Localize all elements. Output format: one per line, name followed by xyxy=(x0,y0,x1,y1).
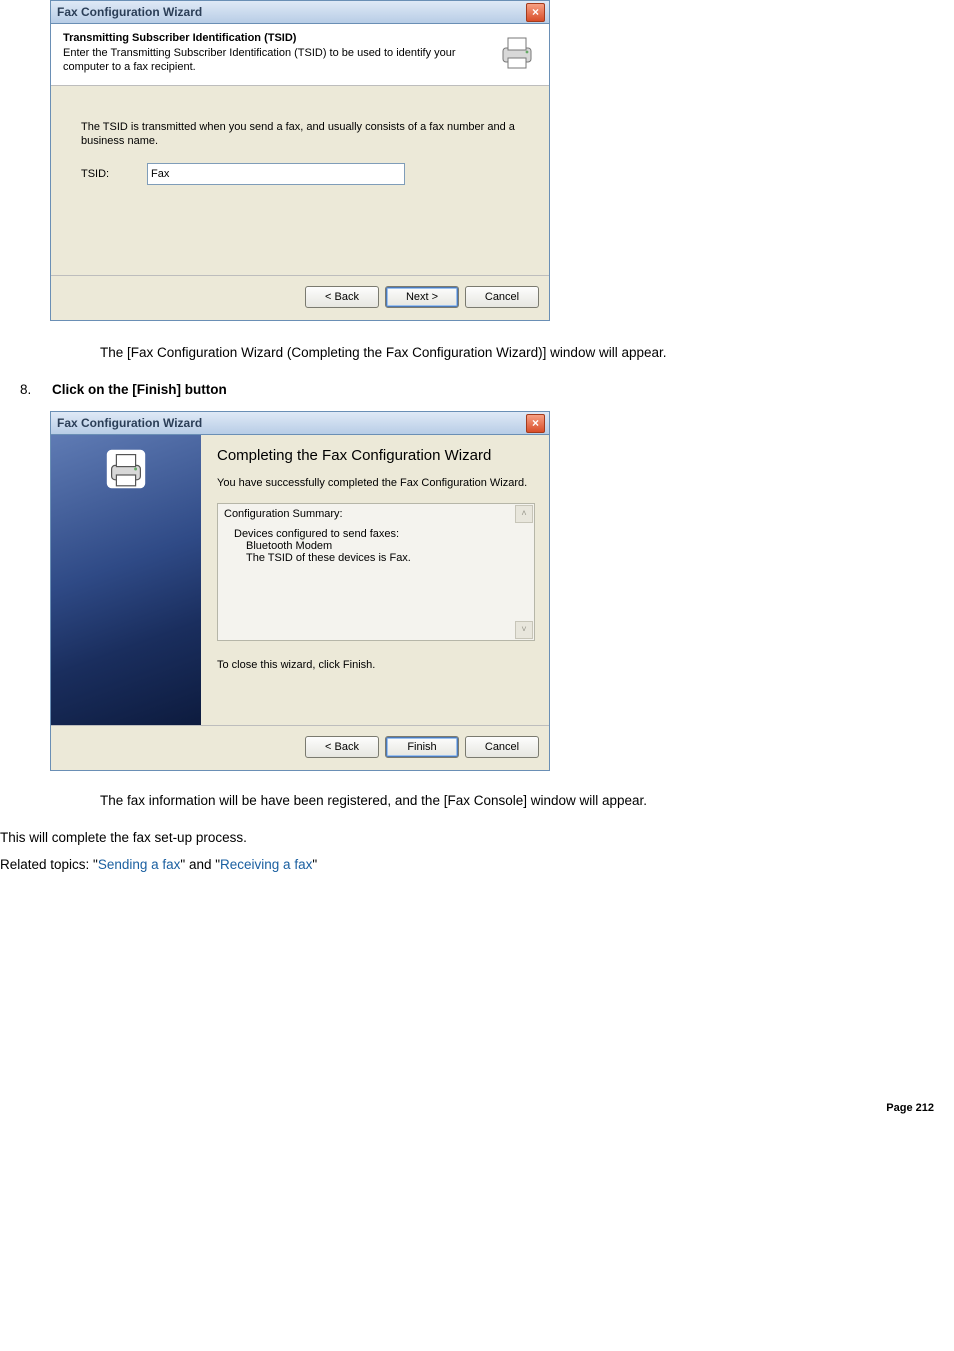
page-number: Page 212 xyxy=(0,872,954,1126)
titlebar: Fax Configuration Wizard × xyxy=(51,412,549,435)
back-button[interactable]: < Back xyxy=(305,736,379,758)
tsid-description: The TSID is transmitted when you send a … xyxy=(81,120,519,150)
printer-icon xyxy=(497,32,537,72)
back-button[interactable]: < Back xyxy=(305,286,379,308)
dialog-buttons: < Back Next > Cancel xyxy=(51,275,549,320)
info-text-complete: This will complete the fax set-up proces… xyxy=(0,830,954,845)
wizard-step-header: Transmitting Subscriber Identification (… xyxy=(51,24,549,86)
cancel-button[interactable]: Cancel xyxy=(465,286,539,308)
info-text-completing-appears: The [Fax Configuration Wizard (Completin… xyxy=(100,345,954,360)
close-icon[interactable]: × xyxy=(526,3,545,22)
info-text-registered: The fax information will be have been re… xyxy=(100,793,954,808)
close-instruction: To close this wizard, click Finish. xyxy=(217,659,535,671)
step-subtitle: Enter the Transmitting Subscriber Identi… xyxy=(63,46,489,75)
summary-heading: Configuration Summary: xyxy=(224,508,528,520)
cancel-button[interactable]: Cancel xyxy=(465,736,539,758)
configuration-summary: Configuration Summary: Devices configure… xyxy=(217,503,535,641)
window-title: Fax Configuration Wizard xyxy=(57,416,202,430)
step-number: 8. xyxy=(20,382,34,397)
link-receiving-fax[interactable]: Receiving a fax xyxy=(220,857,312,872)
tsid-label: TSID: xyxy=(81,168,121,180)
fax-wizard-complete-dialog: Fax Configuration Wizard × Completing th… xyxy=(50,411,550,771)
wizard-right-pane: Completing the Fax Configuration Wizard … xyxy=(201,435,549,725)
related-prefix: Related topics: " xyxy=(0,857,98,872)
related-mid: " and " xyxy=(180,857,220,872)
related-topics: Related topics: "Sending a fax" and "Rec… xyxy=(0,857,954,872)
scroll-up-icon[interactable]: ˄ xyxy=(515,505,533,523)
printer-icon xyxy=(102,445,150,493)
titlebar: Fax Configuration Wizard × xyxy=(51,1,549,24)
close-icon[interactable]: × xyxy=(526,414,545,433)
scroll-down-icon[interactable]: ˅ xyxy=(515,621,533,639)
link-sending-fax[interactable]: Sending a fax xyxy=(98,857,181,872)
window-title: Fax Configuration Wizard xyxy=(57,5,202,19)
step-instruction: Click on the [Finish] button xyxy=(52,382,227,397)
finish-button[interactable]: Finish xyxy=(385,736,459,758)
wizard-side-art xyxy=(51,435,201,725)
wizard-step-body: The TSID is transmitted when you send a … xyxy=(51,86,549,276)
summary-line-3: The TSID of these devices is Fax. xyxy=(246,552,528,564)
related-suffix: " xyxy=(312,857,317,872)
complete-subtitle: You have successfully completed the Fax … xyxy=(217,476,535,491)
complete-title: Completing the Fax Configuration Wizard xyxy=(217,447,535,466)
next-button[interactable]: Next > xyxy=(385,286,459,308)
step-title: Transmitting Subscriber Identification (… xyxy=(63,32,489,44)
tsid-input[interactable] xyxy=(147,163,405,185)
dialog-buttons: < Back Finish Cancel xyxy=(51,725,549,770)
fax-wizard-tsid-dialog: Fax Configuration Wizard × Transmitting … xyxy=(50,0,550,321)
step-8: 8. Click on the [Finish] button xyxy=(20,382,954,397)
summary-line-1: Devices configured to send faxes: xyxy=(234,528,528,540)
summary-line-2: Bluetooth Modem xyxy=(246,540,528,552)
